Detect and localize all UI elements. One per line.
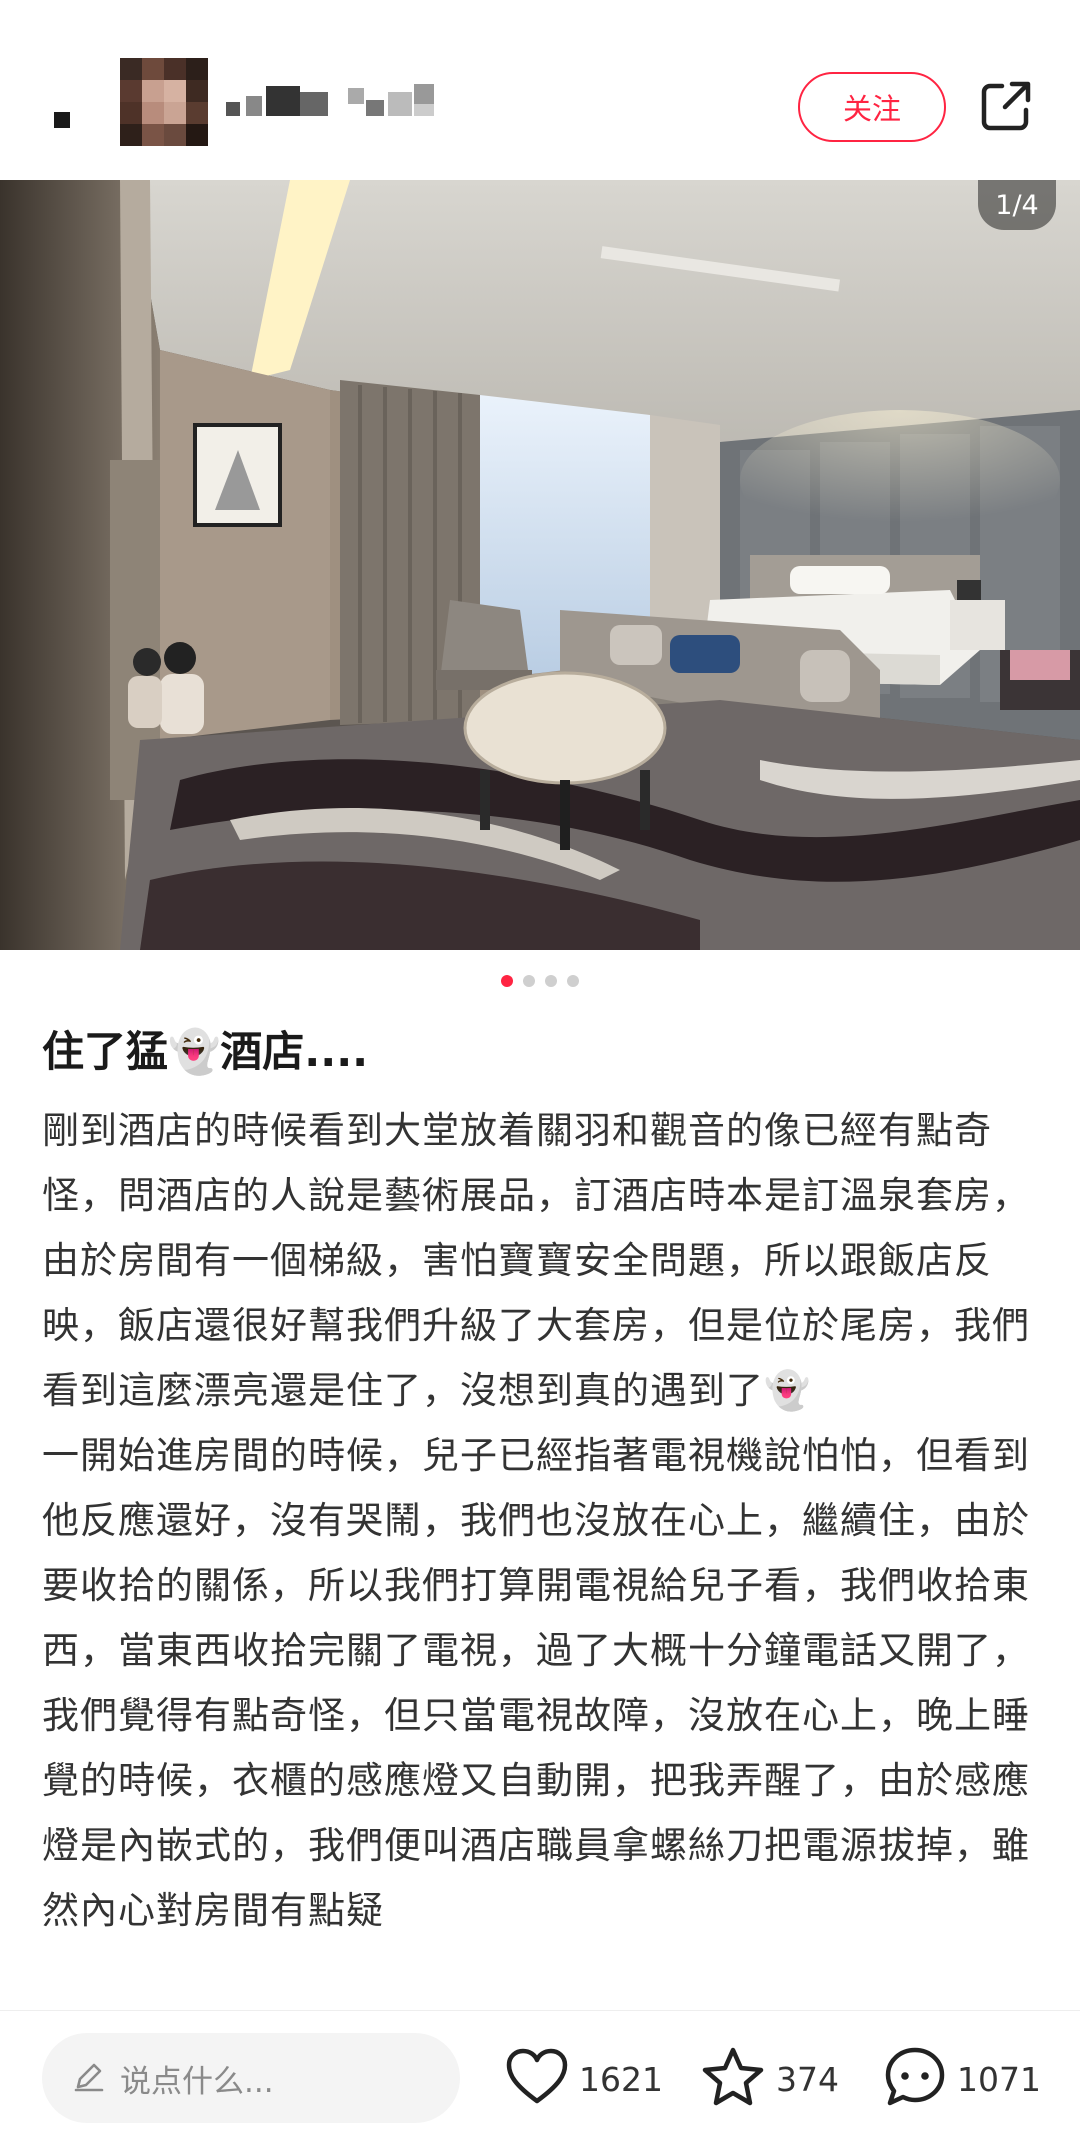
comment-button[interactable]: 1071 bbox=[883, 2039, 1041, 2119]
carousel-indicator bbox=[0, 975, 1080, 989]
chat-bubble-icon bbox=[883, 2045, 947, 2113]
carousel-dot-2[interactable] bbox=[523, 975, 535, 987]
share-external-icon[interactable] bbox=[978, 78, 1034, 134]
follow-button[interactable]: 关注 bbox=[798, 72, 946, 142]
author-name-pixelated[interactable] bbox=[226, 84, 456, 128]
post-title: 住了猛👻酒店.... bbox=[42, 1027, 369, 1076]
carousel-dot-1[interactable] bbox=[501, 975, 513, 987]
star-icon bbox=[700, 2045, 766, 2113]
bottom-action-bar: 说点什么... 1621 374 1071 bbox=[0, 2010, 1080, 2150]
comment-count: 1071 bbox=[957, 2059, 1041, 2099]
like-button[interactable]: 1621 bbox=[505, 2039, 663, 2119]
post-header: 关注 bbox=[0, 0, 1080, 180]
heart-icon bbox=[505, 2047, 569, 2111]
pencil-icon bbox=[72, 2059, 106, 2097]
post-body: 剛到酒店的時候看到大堂放着關羽和觀音的像已經有點奇怪，問酒店的人說是藝術展品，訂… bbox=[42, 1109, 1030, 1932]
post-image-carousel[interactable]: 1/4 bbox=[0, 180, 1080, 950]
favorite-button[interactable]: 374 bbox=[700, 2039, 839, 2119]
carousel-dot-3[interactable] bbox=[545, 975, 557, 987]
like-count: 1621 bbox=[579, 2059, 663, 2099]
comment-placeholder: 说点什么... bbox=[120, 2063, 274, 2100]
hotel-room-photo bbox=[0, 180, 1080, 950]
author-avatar[interactable] bbox=[120, 58, 208, 146]
carousel-dot-4[interactable] bbox=[567, 975, 579, 987]
back-button[interactable] bbox=[54, 112, 70, 128]
favorite-count: 374 bbox=[776, 2059, 839, 2099]
comment-input[interactable]: 说点什么... bbox=[42, 2033, 460, 2123]
image-counter: 1/4 bbox=[978, 180, 1056, 230]
